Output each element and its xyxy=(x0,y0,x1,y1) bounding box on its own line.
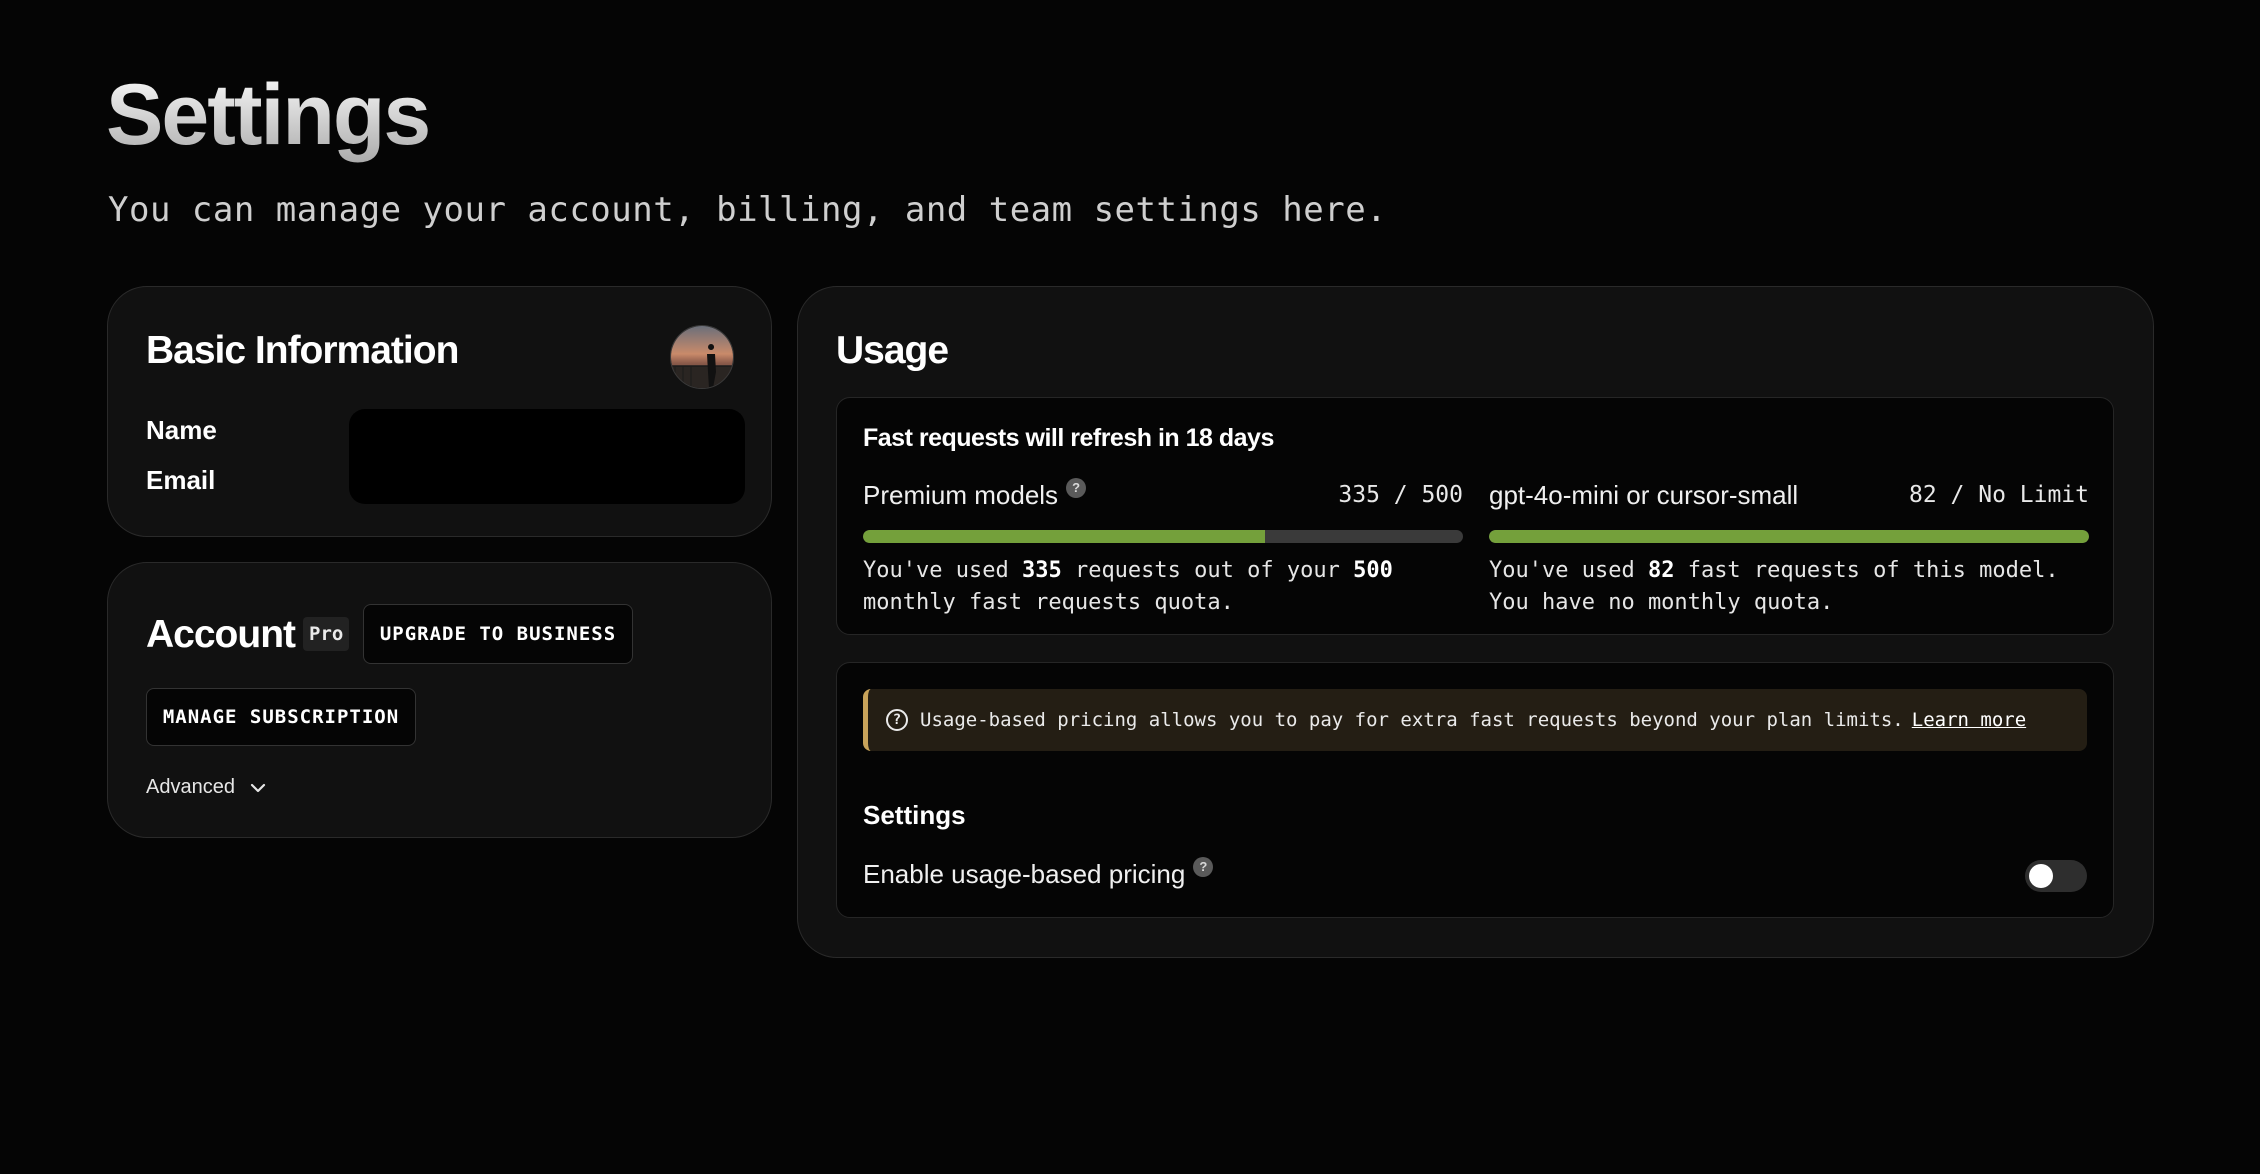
basic-information-card: Basic Information Name Email xyxy=(107,286,772,537)
toggle-knob xyxy=(2029,864,2053,888)
advanced-label: Advanced xyxy=(146,776,235,798)
avatar-image xyxy=(671,326,733,388)
model-name: Premium models ? xyxy=(863,477,1087,511)
usage-model-small: gpt-4o-mini or cursor-small 82 / No Limi… xyxy=(1489,480,2089,619)
fast-requests-panel: Fast requests will refresh in 18 days Pr… xyxy=(836,397,2114,635)
account-card: Account Pro UPGRADE TO BUSINESS MANAGE S… xyxy=(107,562,772,838)
usage-description: You've used 335 requests out of your 500… xyxy=(863,555,1463,619)
desc-used: 82 xyxy=(1647,558,1675,583)
usage-progress-fill xyxy=(1489,530,2089,543)
pricing-notice: ? Usage-based pricing allows you to pay … xyxy=(863,689,2087,751)
desc-pre: You've used xyxy=(863,558,1022,583)
basic-information-title: Basic Information xyxy=(146,329,459,372)
toggle-label-text: Enable usage-based pricing xyxy=(863,859,1186,889)
desc-pre: You've used xyxy=(1489,558,1648,583)
model-name-text: Premium models xyxy=(863,480,1059,510)
page-subtitle: You can manage your account, billing, an… xyxy=(108,190,1388,230)
usage-count: 82 / No Limit xyxy=(1908,482,2089,508)
help-icon[interactable]: ? xyxy=(1066,477,1087,498)
usage-progress-bar xyxy=(863,530,1463,543)
usage-based-pricing-panel: ? Usage-based pricing allows you to pay … xyxy=(836,662,2114,918)
notice-text: Usage-based pricing allows you to pay fo… xyxy=(920,709,1904,731)
email-label: Email xyxy=(146,465,216,495)
settings-page: Settings You can manage your account, bi… xyxy=(0,0,2260,1174)
usage-count: 335 / 500 xyxy=(1338,482,1463,508)
question-circle-icon: ? xyxy=(886,709,908,731)
desc-limit: 500 xyxy=(1353,558,1393,583)
settings-subtitle: Settings xyxy=(863,800,966,830)
desc-mid: requests out of your xyxy=(1061,558,1354,583)
page-title: Settings xyxy=(106,67,431,163)
manage-subscription-button[interactable]: MANAGE SUBSCRIPTION xyxy=(146,688,416,746)
user-avatar[interactable] xyxy=(670,325,734,389)
plan-badge: Pro xyxy=(303,617,350,651)
usage-pricing-label: Enable usage-based pricing ? xyxy=(863,856,1214,890)
usage-description: You've used 82 fast requests of this mod… xyxy=(1489,555,2089,619)
chevron-down-icon xyxy=(250,783,266,792)
learn-more-link[interactable]: Learn more xyxy=(1912,709,2026,731)
advanced-toggle[interactable]: Advanced xyxy=(146,776,267,799)
name-email-values xyxy=(349,409,745,504)
model-name-text: gpt-4o-mini or cursor-small xyxy=(1489,480,1799,510)
account-title: Account xyxy=(146,613,296,656)
name-label: Name xyxy=(146,415,217,445)
usage-pricing-toggle[interactable] xyxy=(2025,860,2087,892)
usage-progress-bar xyxy=(1489,530,2089,543)
desc-used: 335 xyxy=(1021,558,1062,583)
usage-model-premium: Premium models ? 335 / 500 You've used 3… xyxy=(863,477,1463,619)
upgrade-to-business-button[interactable]: UPGRADE TO BUSINESS xyxy=(363,604,633,664)
usage-card: Usage Fast requests will refresh in 18 d… xyxy=(797,286,2154,958)
desc-post: monthly fast requests quota. xyxy=(863,590,1234,615)
help-icon[interactable]: ? xyxy=(1193,856,1214,877)
refresh-notice: Fast requests will refresh in 18 days xyxy=(863,424,1274,452)
usage-title: Usage xyxy=(836,329,949,372)
model-name: gpt-4o-mini or cursor-small xyxy=(1489,480,1798,511)
usage-progress-fill xyxy=(863,530,1265,543)
